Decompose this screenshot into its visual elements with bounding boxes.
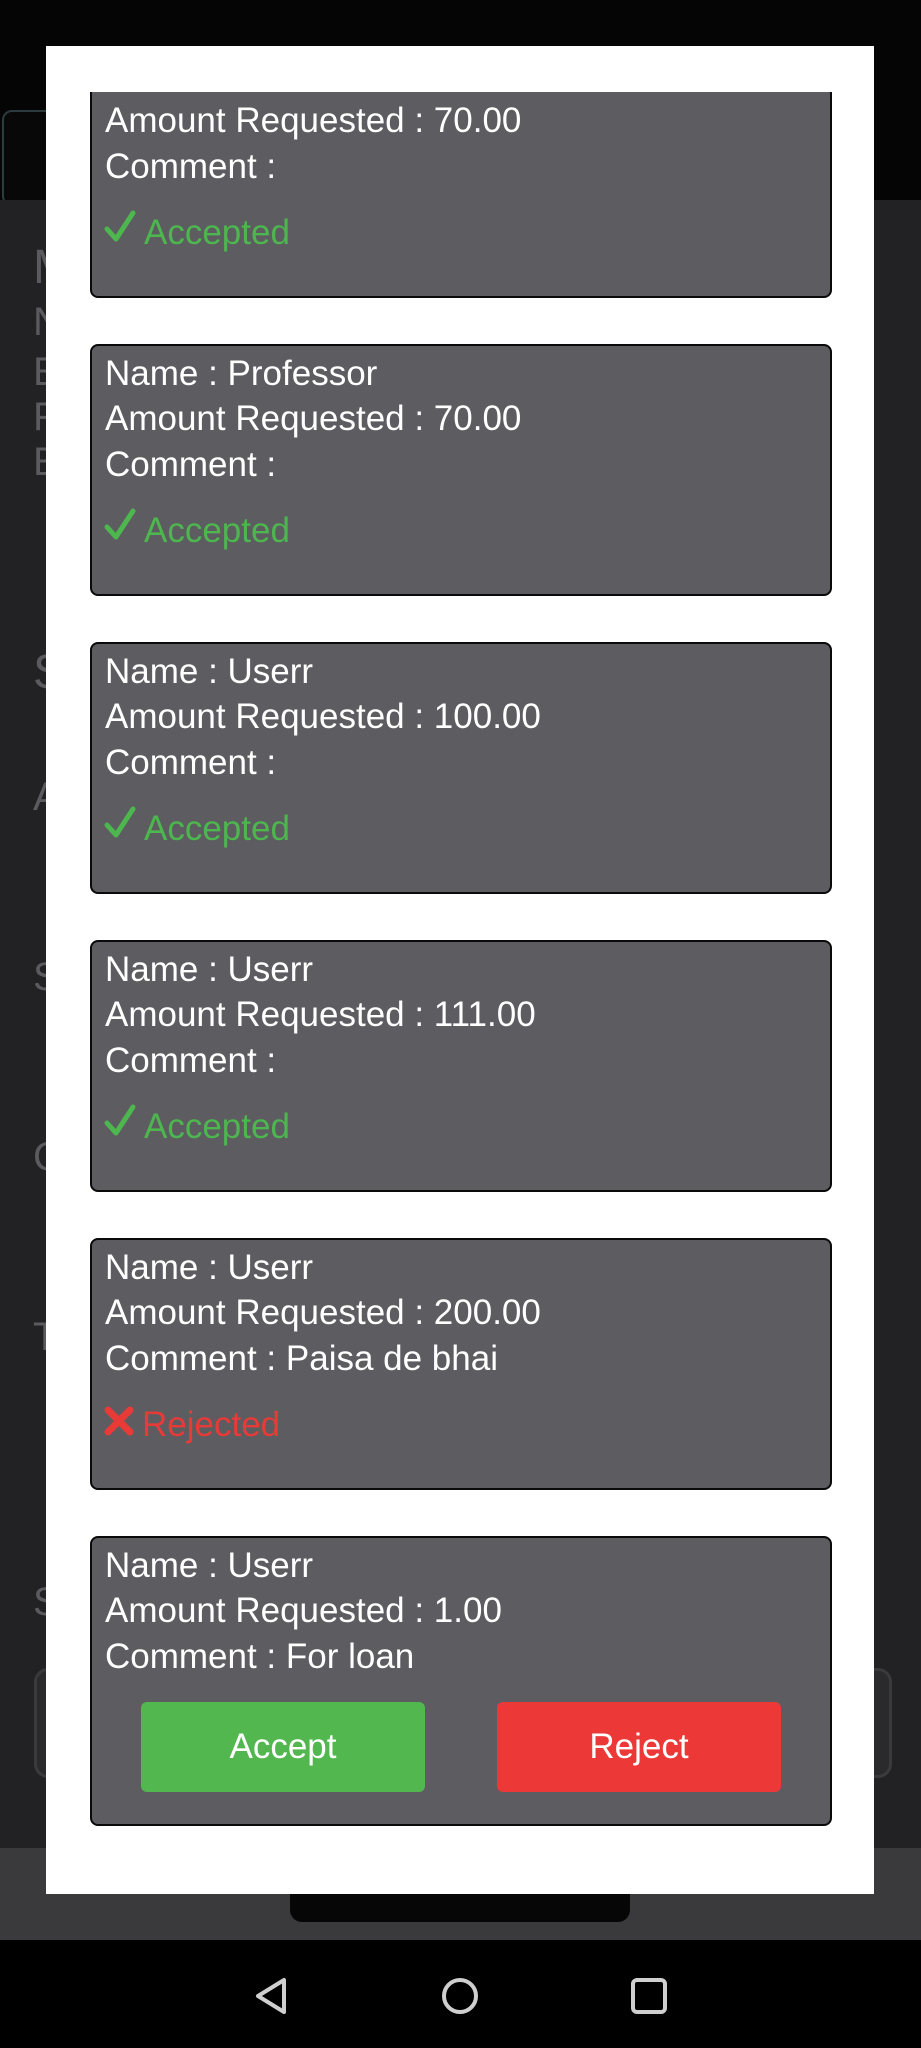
loan-requests-dialog: Name : NehalAmount Requested : 70.00Comm…: [46, 46, 874, 1894]
home-icon[interactable]: [420, 1956, 500, 2036]
request-comment: Comment : For loan: [105, 1637, 415, 1676]
status-badge: Accepted: [104, 210, 290, 255]
request-amount: Amount Requested : 1.00: [105, 1591, 502, 1630]
cross-icon: [104, 1402, 134, 1447]
status-badge: Rejected: [104, 1402, 280, 1447]
request-amount: Amount Requested : 111.00: [105, 995, 536, 1034]
request-card: Name : Userr Amount Requested : 200.00 Com…: [90, 1238, 832, 1490]
back-icon[interactable]: [232, 1956, 312, 2036]
request-name: Name : Userr: [105, 1248, 314, 1287]
request-comment: Comment :: [105, 743, 277, 782]
recents-icon[interactable]: [609, 1956, 689, 2036]
request-card: Name : Professor Amount Requested : 70.00…: [90, 344, 832, 596]
reject-button[interactable]: Reject: [497, 1702, 781, 1792]
status-label: Accepted: [144, 213, 290, 252]
status-label: Accepted: [144, 511, 290, 550]
request-comment: Comment : Paisa de bhai: [105, 1339, 498, 1378]
request-amount: Amount Requested : 200.00: [105, 1293, 541, 1332]
accept-button[interactable]: Accept: [141, 1702, 425, 1792]
request-card: Name : Userr Amount Requested : 111.00 Com…: [90, 940, 832, 1192]
request-comment: Comment :: [105, 1041, 277, 1080]
request-amount: Amount Requested : 70.00: [105, 101, 522, 140]
request-comment: Comment :: [105, 147, 277, 186]
request-card: Name : Userr Amount Requested : 100.00 Com…: [90, 642, 832, 894]
check-icon: [104, 806, 136, 851]
request-name: Name : Professor: [105, 354, 378, 393]
check-icon: [104, 210, 136, 255]
system-navigation-bar: [0, 1940, 921, 2048]
status-badge: Accepted: [104, 1104, 290, 1149]
request-comment: Comment :: [105, 445, 277, 484]
status-label: Accepted: [144, 1107, 290, 1146]
check-icon: [104, 508, 136, 553]
request-amount: Amount Requested : 70.00: [105, 399, 522, 438]
check-icon: [104, 1104, 136, 1149]
request-amount: Amount Requested : 100.00: [105, 697, 541, 736]
request-name: Name : Userr: [105, 652, 314, 691]
request-name: Name : Userr: [105, 950, 314, 989]
request-name: Name : Userr: [105, 1546, 314, 1585]
status-label: Accepted: [144, 809, 290, 848]
status-badge: Accepted: [104, 806, 290, 851]
request-card: Name : NehalAmount Requested : 70.00Comm…: [90, 92, 832, 298]
requests-list[interactable]: Name : NehalAmount Requested : 70.00Comm…: [90, 92, 832, 1882]
status-badge: Accepted: [104, 508, 290, 553]
request-card: Name : Userr Amount Requested : 1.00 Comme…: [90, 1536, 832, 1826]
status-label: Rejected: [142, 1405, 281, 1444]
